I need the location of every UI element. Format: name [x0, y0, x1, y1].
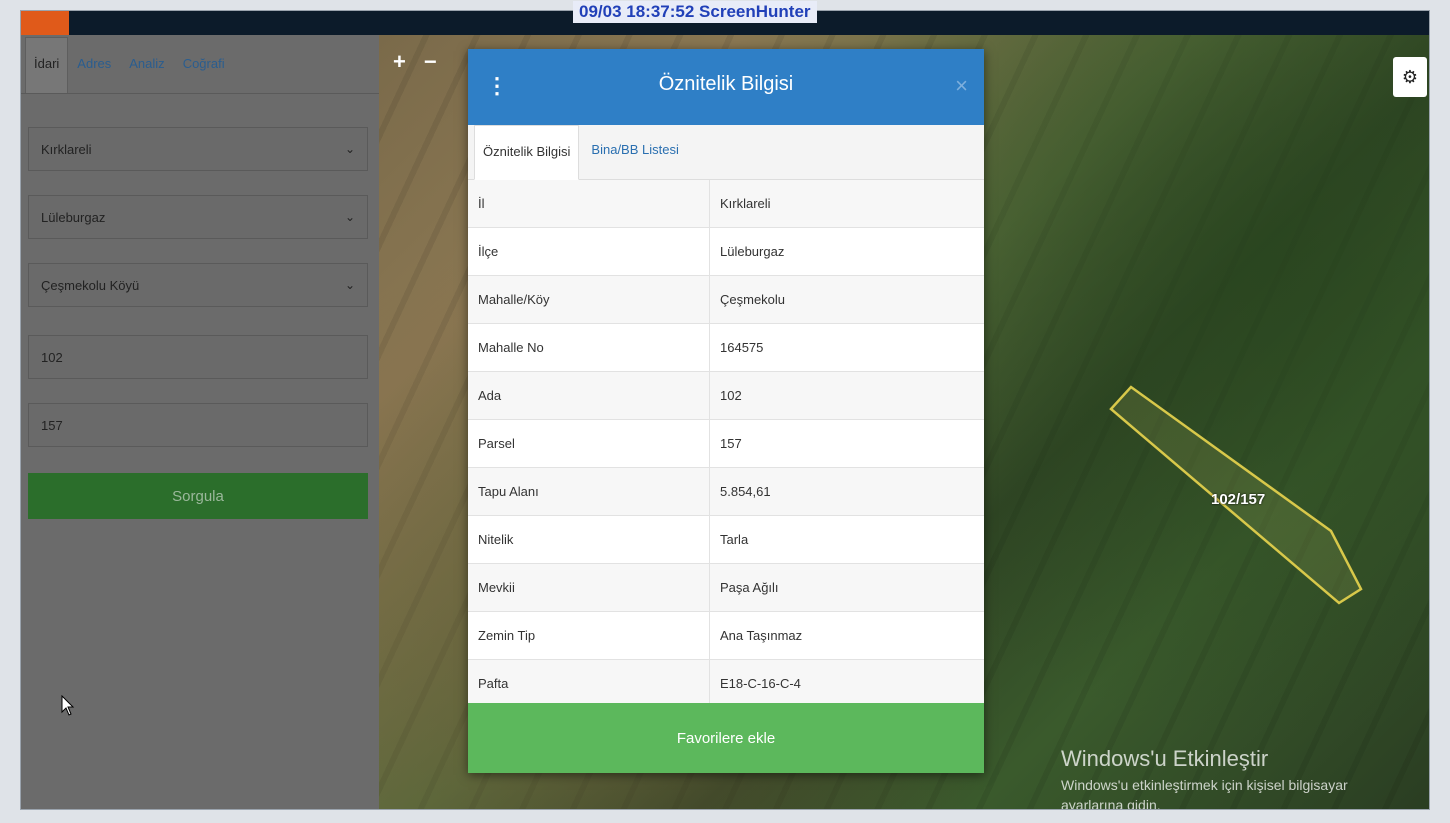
add-to-favorites-button[interactable]: Favorilere ekle: [468, 703, 984, 773]
row-label: Nitelik: [468, 515, 710, 564]
table-row: Mahalle/Köy Çeşmekolu: [468, 275, 984, 324]
row-value: 164575: [709, 323, 984, 372]
tab-oznitelik-bilgisi[interactable]: Öznitelik Bilgisi: [474, 125, 580, 180]
row-label: İl: [468, 180, 710, 228]
modal-header: ⋮ Öznitelik Bilgisi ×: [468, 49, 984, 125]
parcel-label: 102/157: [1211, 491, 1266, 508]
row-value: Kırklareli: [709, 180, 984, 228]
row-label: Ada: [468, 371, 710, 420]
table-row: Zemin Tip Ana Taşınmaz: [468, 611, 984, 660]
row-value: 5.854,61: [709, 467, 984, 516]
zoom-out-button[interactable]: −: [424, 49, 437, 75]
table-row: Pafta E18-C-16-C-4: [468, 659, 984, 708]
row-label: Pafta: [468, 659, 710, 708]
table-row: Ada 102: [468, 371, 984, 420]
gear-icon: ⚙: [1401, 66, 1419, 87]
row-value: Lüleburgaz: [709, 227, 984, 276]
activation-watermark-line-1: Windows'u etkinleştirmek için kişisel bi…: [1061, 777, 1348, 793]
row-value: 157: [709, 419, 984, 468]
tab-bina-bb-listesi[interactable]: Bina/BB Listesi: [579, 142, 690, 179]
settings-button[interactable]: ⚙: [1393, 57, 1427, 97]
screenhunter-stamp: 09/03 18:37:52 ScreenHunter: [573, 1, 817, 23]
zoom-controls: + −: [393, 49, 437, 75]
table-row: Parsel 157: [468, 419, 984, 468]
table-row: Mevkii Paşa Ağılı: [468, 563, 984, 612]
table-row: İlçe Lüleburgaz: [468, 227, 984, 276]
attribute-info-modal: ⋮ Öznitelik Bilgisi × Öznitelik Bilgisi …: [468, 49, 984, 773]
row-label: Mahalle/Köy: [468, 275, 710, 324]
modal-tabs: Öznitelik Bilgisi Bina/BB Listesi: [468, 125, 984, 180]
table-row: İl Kırklareli: [468, 180, 984, 228]
modal-title: Öznitelik Bilgisi: [658, 73, 794, 95]
row-value: Ana Taşınmaz: [709, 611, 984, 660]
activation-watermark-line-2: ayarlarına gidin.: [1061, 797, 1161, 810]
close-icon[interactable]: ×: [955, 73, 968, 99]
mouse-cursor-icon: [61, 695, 75, 716]
row-label: Tapu Alanı: [468, 467, 710, 516]
row-label: İlçe: [468, 227, 710, 276]
table-row: Nitelik Tarla: [468, 515, 984, 564]
row-value: 102: [709, 371, 984, 420]
row-label: Mevkii: [468, 563, 710, 612]
row-label: Parsel: [468, 419, 710, 468]
attribute-table: İl Kırklareli İlçe Lüleburgaz Mahalle/Köy Ç…: [468, 180, 984, 708]
zoom-in-button[interactable]: +: [393, 49, 406, 75]
row-value: Tarla: [709, 515, 984, 564]
activation-watermark-text: Windows'u etkinleştirmek için kişisel bi…: [1061, 775, 1348, 810]
row-value: E18-C-16-C-4: [709, 659, 984, 708]
row-label: Zemin Tip: [468, 611, 710, 660]
table-row: Mahalle No 164575: [468, 323, 984, 372]
browser-viewport: 102/157 + − ⚙ Windows'u Etkinleştir Wind…: [20, 10, 1430, 810]
row-value: Paşa Ağılı: [709, 563, 984, 612]
table-row: Tapu Alanı 5.854,61: [468, 467, 984, 516]
activation-watermark-title: Windows'u Etkinleştir: [1061, 746, 1269, 771]
row-value: Çeşmekolu: [709, 275, 984, 324]
row-label: Mahalle No: [468, 323, 710, 372]
